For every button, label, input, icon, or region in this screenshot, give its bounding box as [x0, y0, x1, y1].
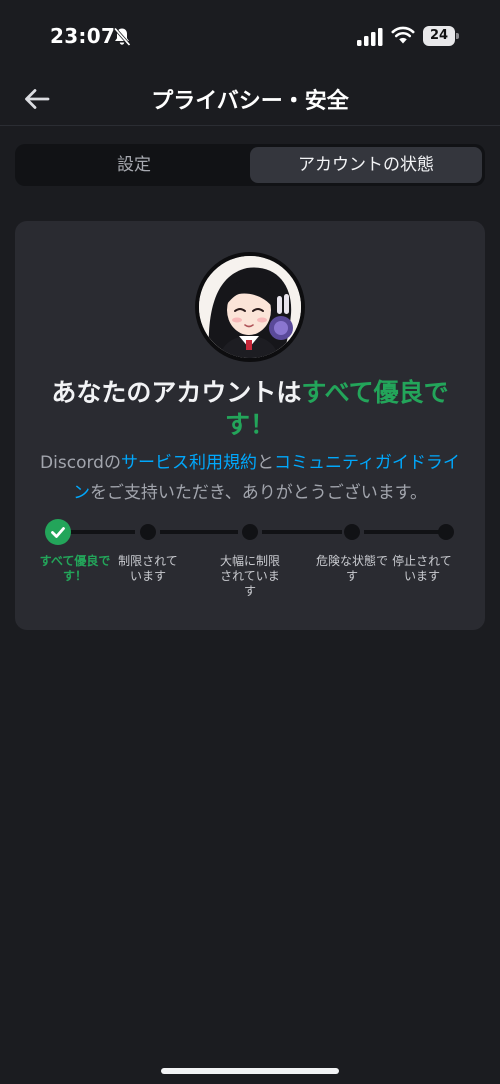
step-dot-suspended [438, 524, 454, 540]
header: プライバシー・安全 [0, 74, 500, 126]
status-bar: 23:07 24 [0, 0, 500, 74]
check-circle-icon [45, 519, 71, 545]
desc-text-1: Discordの [40, 453, 121, 473]
tab-settings[interactable]: 設定 [18, 147, 250, 183]
step-label-restricted: 制限されています [118, 554, 178, 583]
step-connector [364, 530, 442, 534]
account-status-title: あなたのアカウントはすべて優良です！ [45, 377, 455, 441]
status-description: Discordのサービス利用規約とコミュニティガイドラインをご支持いただき、あり… [40, 448, 460, 508]
wifi-icon [391, 26, 415, 44]
avatar-image [199, 256, 301, 358]
bell-muted-icon [113, 27, 131, 47]
step-dot-very-restricted [242, 524, 258, 540]
desc-text-3: をご支持いただき、ありがとうございます。 [89, 483, 428, 503]
status-time: 23:07 [50, 24, 116, 48]
step-dot-at-risk [344, 524, 360, 540]
screen: 23:07 24 プライバシー・安全 設定 アカウントの状態 あなたのアカウント… [0, 0, 500, 1084]
segmented-control: 設定 アカウントの状態 [15, 144, 485, 186]
battery-level: 24 [423, 26, 455, 46]
avatar [195, 252, 305, 362]
account-status-stepper: すべて優良です！ 制限されています 大幅に制限されています 危険な状態です 停止… [15, 517, 485, 607]
step-label-suspended: 停止されています [392, 554, 452, 583]
step-connector [160, 530, 238, 534]
home-indicator[interactable] [161, 1068, 339, 1074]
step-connector [262, 530, 342, 534]
account-status-card: あなたのアカウントはすべて優良です！ Discordのサービス利用規約とコミュニ… [15, 221, 485, 630]
cellular-signal-icon [357, 28, 383, 46]
battery-icon: 24 [423, 26, 459, 46]
terms-of-service-link[interactable]: サービス利用規約 [121, 453, 257, 473]
status-title-prefix: あなたのアカウントは [51, 378, 302, 407]
step-label-very-restricted: 大幅に制限されています [219, 554, 280, 598]
step-label-good: すべて優良です！ [39, 554, 111, 583]
step-connector [70, 530, 135, 534]
tab-account-status[interactable]: アカウントの状態 [250, 147, 482, 183]
avatar-illustration [199, 256, 301, 358]
step-dot-restricted [140, 524, 156, 540]
battery-tip [456, 33, 459, 39]
page-title: プライバシー・安全 [151, 89, 349, 114]
desc-text-2: と [256, 453, 274, 473]
step-label-at-risk: 危険な状態です [315, 554, 388, 583]
